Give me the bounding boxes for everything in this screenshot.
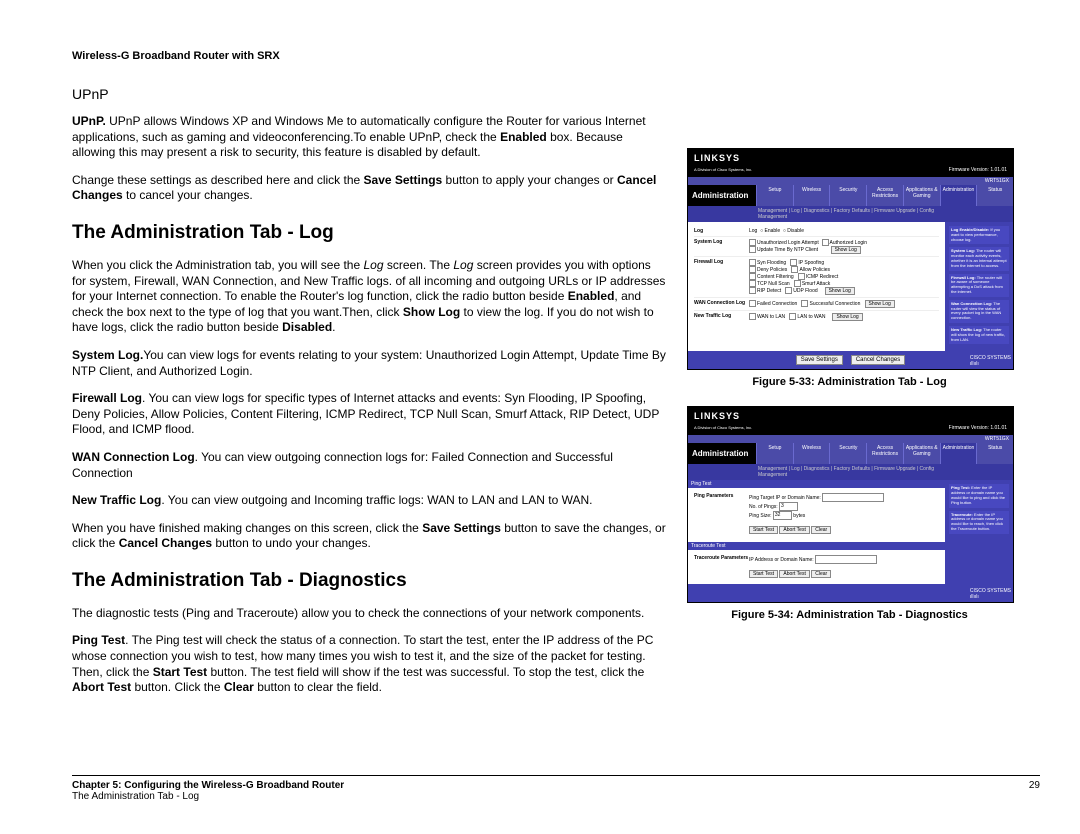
manual-page: Wireless-G Broadband Router with SRX UPn… xyxy=(0,0,1080,728)
ss-tab-access[interactable]: Access Restrictions xyxy=(866,443,903,464)
ss-row-syslog: System Log Unauthorized Login Attempt Au… xyxy=(694,236,939,256)
ss-nav: Administration Setup Wireless Security A… xyxy=(688,185,1013,206)
ss-tabs: Setup Wireless Security Access Restricti… xyxy=(756,185,1013,206)
diag-heading: The Administration Tab - Diagnostics xyxy=(72,570,667,592)
ss-subbrand: A Division of Cisco Systems, Inc. xyxy=(694,425,752,430)
ss-help: Wan Connection Log: The router will view… xyxy=(949,300,1009,323)
save-button[interactable]: Save Settings xyxy=(796,355,843,365)
footer-left: Chapter 5: Configuring the Wireless-G Br… xyxy=(72,780,344,802)
trace-section: Traceroute Parameters IP Address or Doma… xyxy=(694,553,939,580)
ss-btn-showlog[interactable]: Show Log xyxy=(832,313,862,321)
ss-help-sidebar: Log Enable/Disable: If you want to view … xyxy=(945,222,1013,351)
screenshot-log: LINKSYS A Division of Cisco Systems, Inc… xyxy=(687,148,1014,370)
page-number: 29 xyxy=(1029,780,1040,802)
ss-help: Traceroute: Enter the IP address or doma… xyxy=(949,511,1009,534)
upnp-paragraph-2: Change these settings as described here … xyxy=(72,173,667,204)
figure-caption-1: Figure 5-33: Administration Tab - Log xyxy=(687,376,1012,388)
ss-model: WRT51GX xyxy=(688,177,1013,185)
ss-body: Ping Test Ping Parameters Ping Target IP… xyxy=(688,480,1013,584)
cisco-logo: CISCO SYSTEMSıllıılı xyxy=(970,588,1011,600)
upnp-paragraph: UPnP. UPnP allows Windows XP and Windows… xyxy=(72,114,667,161)
ss-tab-setup[interactable]: Setup xyxy=(756,185,793,206)
ss-subnav: Management | Log | Diagnostics | Factory… xyxy=(688,206,1013,222)
ss-tab-wireless[interactable]: Wireless xyxy=(793,443,830,464)
ping-header: Ping Test xyxy=(688,480,945,488)
ss-subbrand: A Division of Cisco Systems, Inc. xyxy=(694,167,752,172)
clear-button[interactable]: Clear xyxy=(811,526,831,534)
ss-brandbar: LINKSYS A Division of Cisco Systems, Inc… xyxy=(688,149,1013,177)
log-p5: New Traffic Log. You can view outgoing a… xyxy=(72,493,667,509)
ss-help: Log Enable/Disable: If you want to view … xyxy=(949,226,1009,244)
ss-row-wanlog: WAN Connection Log Failed Connection Suc… xyxy=(694,297,939,310)
content-columns: UPnP UPnP. UPnP allows Windows XP and Wi… xyxy=(72,78,1040,708)
ss-nav: Administration Setup Wireless Security A… xyxy=(688,443,1013,464)
ss-main: Log Log ○ Enable ○ Disable System Log Un… xyxy=(688,222,945,351)
ss-nav-title: Administration xyxy=(688,443,756,464)
page-footer: Chapter 5: Configuring the Wireless-G Br… xyxy=(72,775,1040,802)
doc-header: Wireless-G Broadband Router with SRX xyxy=(72,50,1040,62)
log-p1: When you click the Administration tab, y… xyxy=(72,258,667,336)
ss-help: System Log: The router will monitor each… xyxy=(949,247,1009,270)
log-p4: WAN Connection Log. You can view outgoin… xyxy=(72,450,667,481)
ss-tabs: Setup Wireless Security Access Restricti… xyxy=(756,443,1013,464)
start-test-button[interactable]: Start Test xyxy=(749,570,778,578)
ss-footer: Save Settings Cancel Changes xyxy=(688,351,1013,369)
start-test-button[interactable]: Start Test xyxy=(749,526,778,534)
ss-tab-wireless[interactable]: Wireless xyxy=(793,185,830,206)
ss-tab-apps[interactable]: Applications & Gaming xyxy=(903,185,940,206)
trace-header: Traceroute Test xyxy=(688,542,945,550)
upnp-title: UPnP xyxy=(72,86,667,102)
ss-main: Ping Test Ping Parameters Ping Target IP… xyxy=(688,480,945,584)
ss-help: Firewall Log: The router will be aware o… xyxy=(949,274,1009,297)
ss-fw: Firmware Version: 1.01.01 xyxy=(949,167,1007,173)
log-p6: When you have finished making changes on… xyxy=(72,521,667,552)
abort-test-button[interactable]: Abort Test xyxy=(779,526,809,534)
ss-row-log: Log Log ○ Enable ○ Disable xyxy=(694,226,939,236)
ss-tab-security[interactable]: Security xyxy=(829,185,866,206)
log-p3: Firewall Log. You can view logs for spec… xyxy=(72,391,667,438)
figure-caption-2: Figure 5-34: Administration Tab - Diagno… xyxy=(687,609,1012,621)
cancel-button[interactable]: Cancel Changes xyxy=(851,355,905,365)
ss-nav-title: Administration xyxy=(688,185,756,206)
diag-p2: Ping Test. The Ping test will check the … xyxy=(72,633,667,695)
ss-footer xyxy=(688,584,1013,602)
ss-tab-setup[interactable]: Setup xyxy=(756,443,793,464)
ss-tab-admin[interactable]: Administration xyxy=(940,185,977,206)
ss-btn-showlog[interactable]: Show Log xyxy=(831,246,861,254)
ping-count-input[interactable]: 3 xyxy=(779,502,798,511)
clear-button[interactable]: Clear xyxy=(811,570,831,578)
ss-help-sidebar: Ping Test: Enter the IP address or domai… xyxy=(945,480,1013,584)
diag-p1: The diagnostic tests (Ping and Tracerout… xyxy=(72,606,667,622)
ss-help: Ping Test: Enter the IP address or domai… xyxy=(949,484,1009,507)
log-p2: System Log.You can view logs for events … xyxy=(72,348,667,379)
log-heading: The Administration Tab - Log xyxy=(72,222,667,244)
ss-btn-showlog[interactable]: Show Log xyxy=(865,300,895,308)
ss-brandbar: LINKSYS A Division of Cisco Systems, Inc… xyxy=(688,407,1013,435)
ss-row-ntlog: New Traffic Log WAN to LAN LAN to WAN Sh… xyxy=(694,310,939,323)
text-column: UPnP UPnP. UPnP allows Windows XP and Wi… xyxy=(72,78,667,708)
ss-tab-status[interactable]: Status xyxy=(976,443,1013,464)
ss-tab-apps[interactable]: Applications & Gaming xyxy=(903,443,940,464)
ping-section: Ping Parameters Ping Target IP or Domain… xyxy=(694,491,939,536)
ss-row-fwlog: Firewall Log Syn Flooding IP Spoofing De… xyxy=(694,256,939,297)
ss-brand: LINKSYS xyxy=(694,411,740,421)
figure-column: LINKSYS A Division of Cisco Systems, Inc… xyxy=(687,78,1012,708)
trace-target-input[interactable] xyxy=(815,555,877,564)
ss-tab-status[interactable]: Status xyxy=(976,185,1013,206)
ping-target-input[interactable] xyxy=(822,493,884,502)
ss-model: WRT51GX xyxy=(688,435,1013,443)
ss-fw: Firmware Version: 1.01.01 xyxy=(949,425,1007,431)
ss-tab-admin[interactable]: Administration xyxy=(940,443,977,464)
ss-body: Log Log ○ Enable ○ Disable System Log Un… xyxy=(688,222,1013,351)
ss-subnav: Management | Log | Diagnostics | Factory… xyxy=(688,464,1013,480)
ss-help: New Traffic Log: The router will show th… xyxy=(949,326,1009,344)
ss-tab-access[interactable]: Access Restrictions xyxy=(866,185,903,206)
cisco-logo: CISCO SYSTEMSıllıılı xyxy=(970,355,1011,367)
screenshot-diagnostics: LINKSYS A Division of Cisco Systems, Inc… xyxy=(687,406,1014,603)
ss-tab-security[interactable]: Security xyxy=(829,443,866,464)
ss-brand: LINKSYS xyxy=(694,153,740,163)
ping-size-input[interactable]: 32 xyxy=(773,511,792,520)
abort-test-button[interactable]: Abort Test xyxy=(779,570,809,578)
ss-btn-showlog[interactable]: Show Log xyxy=(825,287,855,295)
